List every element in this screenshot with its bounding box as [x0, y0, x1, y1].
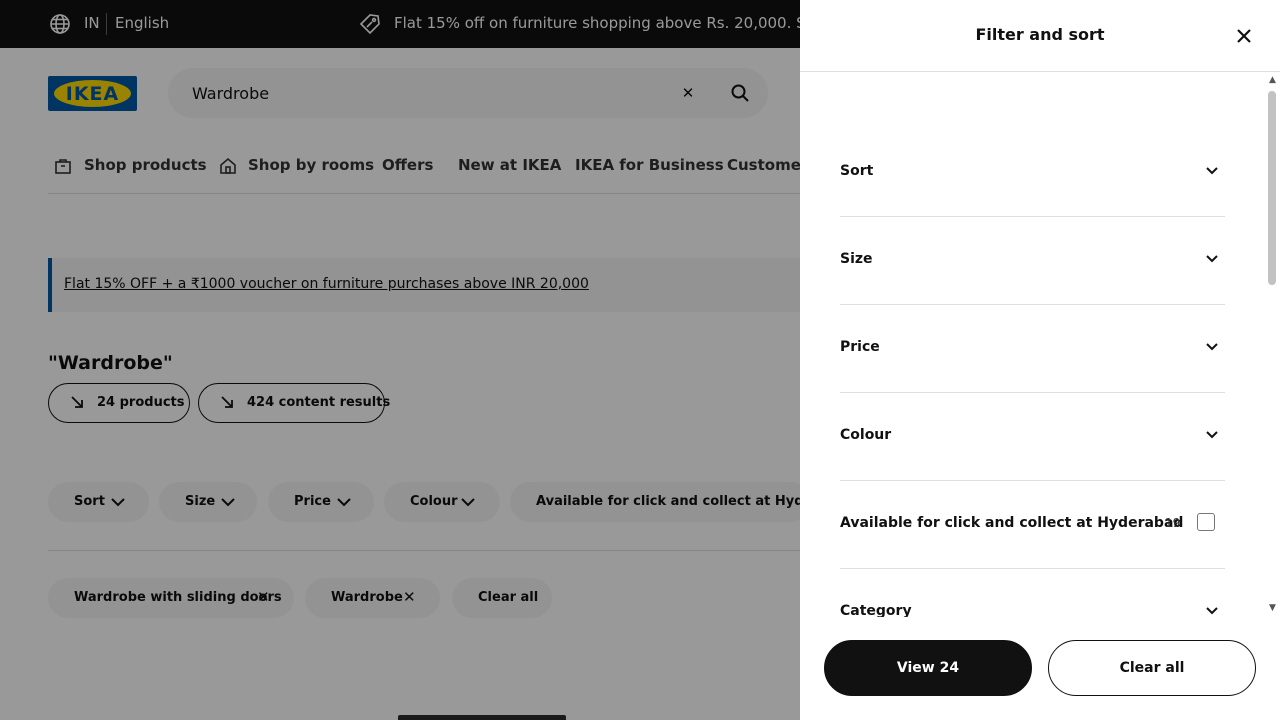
filter-row-label: Colour — [840, 427, 892, 443]
filter-row-category[interactable]: Category — [840, 569, 1225, 617]
click-collect-checkbox[interactable] — [1197, 513, 1215, 531]
result-count: 19 — [1165, 516, 1181, 530]
filter-row-colour[interactable]: Colour — [840, 393, 1225, 481]
chevron-down-icon — [1206, 255, 1218, 263]
drawer-title: Filter and sort — [975, 25, 1105, 44]
drawer-clear-all-button[interactable]: Clear all — [1048, 640, 1256, 696]
chevron-down-icon — [1206, 167, 1218, 175]
chevron-down-icon — [1206, 431, 1218, 439]
filter-row-label: Price — [840, 339, 880, 355]
close-icon[interactable] — [1234, 26, 1254, 46]
filter-row-price[interactable]: Price — [840, 305, 1225, 393]
modal-backdrop[interactable] — [0, 0, 800, 720]
filter-row-label: Sort — [840, 163, 874, 179]
filter-row-label: Size — [840, 251, 873, 267]
drawer-header: Filter and sort — [800, 0, 1280, 72]
filter-list: Sort Size Price Colour Available for cli… — [800, 73, 1280, 617]
scroll-down-icon[interactable]: ▼ — [1269, 603, 1276, 613]
drawer-scrollbar[interactable]: ▲ ▼ — [1266, 73, 1280, 617]
scrollbar-thumb[interactable] — [1268, 91, 1276, 285]
filter-row-size[interactable]: Size — [840, 217, 1225, 305]
filter-row-label: Category — [840, 603, 912, 617]
filter-row-click-collect[interactable]: Available for click and collect at Hyder… — [840, 481, 1225, 569]
filter-sort-drawer: Filter and sort Sort Size Price Colour A… — [800, 0, 1280, 720]
scroll-up-icon[interactable]: ▲ — [1269, 75, 1276, 85]
chevron-down-icon — [1206, 343, 1218, 351]
filter-row-label: Available for click and collect at Hyder… — [840, 515, 1184, 531]
chevron-down-icon — [1206, 607, 1218, 615]
view-results-button[interactable]: View 24 — [824, 640, 1032, 696]
filter-row-sort[interactable]: Sort — [840, 129, 1225, 217]
